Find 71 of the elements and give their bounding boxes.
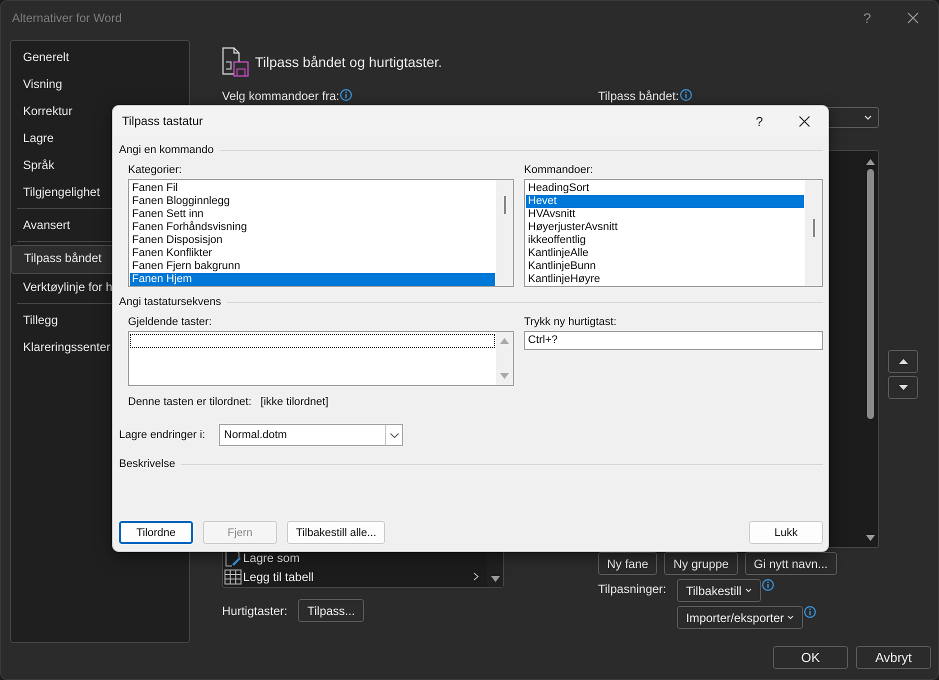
customizations-label: Tilpasninger: <box>598 581 668 598</box>
category-item[interactable]: Fanen Sett inn <box>130 208 495 221</box>
chevron-down-icon <box>864 115 872 120</box>
section-heading: Tilpass båndet og hurtigtaster. <box>255 54 442 70</box>
category-item[interactable]: Fanen Fil <box>130 182 495 195</box>
new-shortcut-label: Trykk ny hurtigtast: <box>524 315 618 329</box>
scrollbar-thumb[interactable] <box>866 169 874 419</box>
window-title: Alternativer for Word <box>12 10 123 24</box>
help-button[interactable]: ? <box>756 114 763 128</box>
reset-button[interactable]: Tilbakestill <box>677 579 761 602</box>
ok-button[interactable]: OK <box>773 646 848 669</box>
scrollbar-thumb[interactable] <box>504 196 506 214</box>
command-item[interactable]: KantlinjeHøyre <box>526 273 804 286</box>
customize-button[interactable]: Tilpass... <box>298 599 364 622</box>
close-button[interactable]: Lukk <box>749 521 823 544</box>
sidebar-item[interactable]: Visning <box>17 71 183 98</box>
group-heading: Beskrivelse <box>119 458 176 470</box>
info-icon[interactable] <box>762 579 774 591</box>
save-changes-label: Lagre endringer i: <box>119 429 206 441</box>
category-item[interactable]: Fanen Disposisjon <box>130 234 495 247</box>
customize-document-icon <box>222 46 250 78</box>
command-item[interactable]: ikkeoffentlig <box>526 234 804 247</box>
group-heading: Angi tastatursekvens <box>119 296 222 308</box>
shortcuts-label: Hurtigtaster: <box>222 604 288 618</box>
sidebar-item[interactable]: Generelt <box>17 44 183 71</box>
command-item[interactable]: KantlinjeBunn <box>526 260 804 273</box>
categories-label: Kategorier: <box>128 163 183 177</box>
table-icon <box>224 568 242 584</box>
group-heading: Angi en kommando <box>119 144 214 156</box>
command-item[interactable]: HøyerjusterAvsnitt <box>526 221 804 234</box>
commands-label: Kommandoer: <box>524 163 594 177</box>
assigned-value: [ikke tilordnet] <box>260 395 328 409</box>
chevron-down-icon <box>744 588 752 593</box>
info-icon[interactable] <box>804 606 816 618</box>
ribbon-action-button[interactable]: Ny fane <box>598 552 658 575</box>
command-item[interactable]: KantlinjeAlle <box>526 247 804 260</box>
ribbon-action-button[interactable]: Ny gruppe <box>664 552 738 575</box>
import-export-button[interactable]: Importer/eksporter <box>677 606 804 629</box>
category-item[interactable]: Fanen Hjem <box>130 273 495 286</box>
scroll-down-icon[interactable] <box>490 576 500 582</box>
shortcut-input[interactable]: Ctrl+? <box>524 331 823 350</box>
category-item[interactable]: Fanen Blogginnlegg <box>130 195 495 208</box>
commands-from-label: Velg kommandoer fra: <box>222 89 340 103</box>
dialog-button[interactable]: Tilordne <box>119 521 193 544</box>
command-item[interactable]: HVAvsnitt <box>526 208 804 221</box>
cancel-button[interactable]: Avbryt <box>856 646 931 669</box>
info-icon[interactable] <box>680 89 692 101</box>
category-item[interactable]: Fanen Forhåndsvisning <box>130 221 495 234</box>
chevron-down-icon <box>390 432 398 438</box>
scroll-up-icon[interactable] <box>866 159 874 165</box>
triangle-up-icon <box>898 359 908 364</box>
command-item[interactable]: HeadingSort <box>526 182 804 195</box>
dialog-title: Tilpass tastatur <box>122 114 204 128</box>
move-down-button[interactable] <box>888 376 918 399</box>
scrollbar-thumb[interactable] <box>812 219 814 237</box>
dialog-button[interactable]: Tilbakestill alle... <box>287 521 386 544</box>
move-up-button[interactable] <box>888 350 918 373</box>
chevron-right-icon <box>473 572 479 581</box>
scroll-down-icon[interactable] <box>866 535 874 541</box>
ribbon-label: Tilpass båndet: <box>598 89 679 103</box>
command-item[interactable]: Hevet <box>526 195 804 208</box>
help-button[interactable]: ? <box>863 10 871 26</box>
chevron-down-icon <box>787 615 794 620</box>
info-icon[interactable] <box>340 89 352 101</box>
assigned-label: Denne tasten er tilordnet: <box>128 395 252 409</box>
ribbon-action-button[interactable]: Gi nytt navn... <box>744 552 837 575</box>
current-keys-label: Gjeldende taster: <box>128 315 213 329</box>
close-icon[interactable] <box>799 116 810 126</box>
command-item[interactable]: Legg til tabell <box>224 567 487 586</box>
triangle-down-icon <box>898 385 908 390</box>
template-dropdown[interactable]: Normal.dotm <box>219 424 403 446</box>
